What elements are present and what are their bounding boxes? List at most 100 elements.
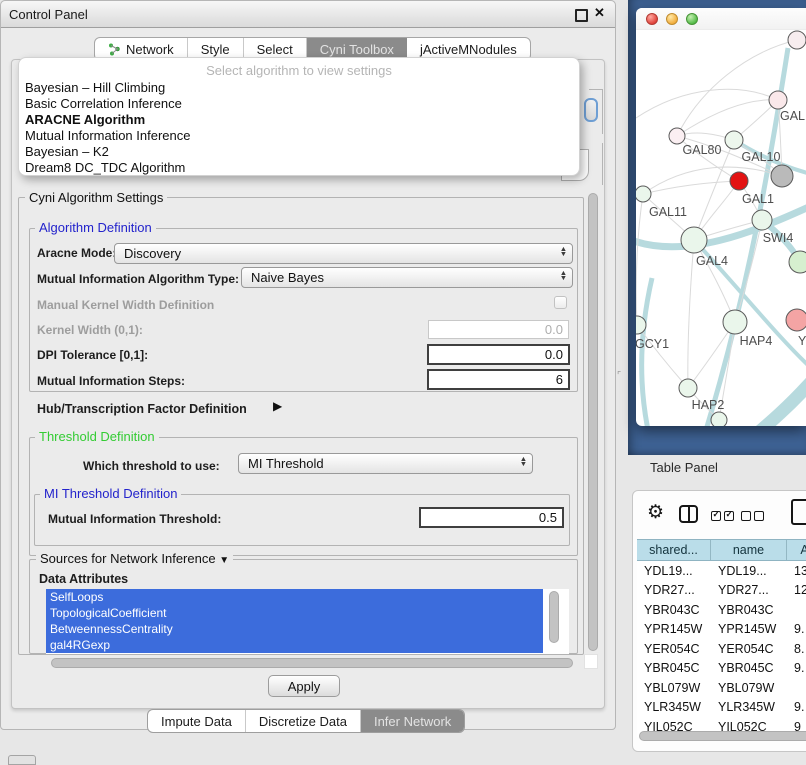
- zoom-traffic-light-icon[interactable]: [686, 13, 698, 25]
- tab-style-label: Style: [201, 42, 230, 57]
- threshold-definition-title: Threshold Definition: [35, 430, 159, 443]
- network-edge[interactable]: [636, 194, 643, 325]
- control-panel-titlebar[interactable]: Control Panel ✕: [1, 1, 615, 28]
- column-header-name[interactable]: name: [711, 540, 787, 560]
- network-node-gal11[interactable]: [636, 186, 651, 202]
- panel-divider-handle[interactable]: ⌜: [617, 370, 621, 381]
- algorithm-popup-list: Bayesian – Hill ClimbingBasic Correlatio…: [25, 80, 573, 176]
- table-row[interactable]: YDL19...YDL19...13: [637, 561, 806, 581]
- settings-vertical-scrollbar[interactable]: [588, 193, 598, 651]
- network-node-y[interactable]: [786, 309, 806, 331]
- network-edge[interactable]: [642, 278, 652, 426]
- algorithm-option-mutual-information-inference[interactable]: Mutual Information Inference: [25, 128, 573, 144]
- table-cell: YBL079W: [711, 678, 787, 698]
- bottom-tab-discretize-data[interactable]: Discretize Data: [246, 710, 361, 732]
- network-node-gal4[interactable]: [681, 227, 707, 253]
- attributes-scrollbar[interactable]: [549, 591, 559, 643]
- mi-threshold-field[interactable]: 0.5: [419, 507, 564, 528]
- table-cell: YDL19...: [637, 561, 711, 581]
- attribute-item-topologicalcoefficient[interactable]: TopologicalCoefficient: [46, 605, 543, 621]
- table-cell: 12: [787, 581, 806, 601]
- attribute-item-betweennesscentrality[interactable]: BetweennessCentrality: [46, 621, 543, 637]
- mi-threshold-label: Mutual Information Threshold:: [48, 512, 221, 526]
- split-columns-icon[interactable]: [679, 505, 698, 523]
- table-row[interactable]: YER054CYER054C8.: [637, 639, 806, 659]
- algorithm-option-bayesian-hill-climbing[interactable]: Bayesian – Hill Climbing: [25, 80, 573, 96]
- column-header-a[interactable]: A: [787, 540, 806, 560]
- table-row[interactable]: YDR27...YDR27...12: [637, 581, 806, 601]
- network-edge[interactable]: [637, 325, 688, 388]
- page-icon[interactable]: [791, 499, 806, 525]
- scroll-corner: [584, 654, 598, 669]
- network-canvas[interactable]: GALGAL80GAL10GAL1GAL11SWI4GAL4GCY1HAP4YH…: [636, 30, 806, 426]
- bottom-tab-impute-data-label: Impute Data: [161, 714, 232, 729]
- network-window-titlebar[interactable]: [636, 8, 806, 30]
- bottom-tab-discretize-data-label: Discretize Data: [259, 714, 347, 729]
- data-attributes-list[interactable]: SelfLoopsTopologicalCoefficientBetweenne…: [46, 589, 569, 654]
- network-node[interactable]: [788, 31, 806, 49]
- algorithm-option-bayesian-k2[interactable]: Bayesian – K2: [25, 144, 573, 160]
- mi-steps-field[interactable]: 6: [427, 369, 570, 390]
- attribute-item-selfloops[interactable]: SelfLoops: [46, 589, 543, 605]
- node-label-gal10: GAL10: [742, 150, 781, 164]
- network-node-hap2[interactable]: [679, 379, 697, 397]
- network-node-gal[interactable]: [769, 91, 787, 109]
- bottom-tab-impute-data[interactable]: Impute Data: [148, 710, 246, 732]
- algorithm-option-aracne-algorithm[interactable]: ARACNE Algorithm: [25, 112, 573, 128]
- network-icon: [108, 43, 121, 56]
- mi-type-select[interactable]: Naive Bayes ▲▼: [241, 267, 573, 288]
- expander-right-arrow-icon[interactable]: ▶: [273, 399, 282, 413]
- apply-button[interactable]: Apply: [268, 675, 340, 697]
- node-label-gcy1: GCY1: [636, 337, 669, 351]
- network-edge[interactable]: [738, 382, 806, 426]
- table-cell: 9.: [787, 659, 806, 679]
- table-row[interactable]: YBL079WYBL079W: [637, 678, 806, 698]
- hub-definition-expander[interactable]: Hub/Transcription Factor Definition: [37, 402, 247, 416]
- network-node[interactable]: [789, 251, 806, 273]
- network-node[interactable]: [711, 412, 727, 426]
- close-traffic-light-icon[interactable]: [646, 13, 658, 25]
- bottom-tab-infer-network-label: Infer Network: [374, 714, 451, 729]
- table-horizontal-scrollbar[interactable]: [639, 731, 806, 741]
- tab-cyni-toolbox-label: Cyni Toolbox: [320, 42, 394, 57]
- attribute-item-gal4rgexp[interactable]: gal4RGexp: [46, 637, 543, 653]
- clipped-bottom-button[interactable]: [8, 755, 36, 765]
- manual-kernel-checkbox[interactable]: [554, 296, 567, 309]
- algorithm-option-dream8-dc-tdc-algorithm[interactable]: Dream8 DC_TDC Algorithm: [25, 160, 573, 176]
- close-icon[interactable]: ✕: [594, 5, 605, 21]
- float-window-icon[interactable]: [575, 9, 588, 22]
- node-label-gal: GAL: [780, 109, 805, 123]
- table-cell: YPR145W: [711, 620, 787, 640]
- network-node-gal10[interactable]: [725, 131, 743, 149]
- aracne-mode-select[interactable]: Discovery ▲▼: [114, 243, 573, 264]
- network-edge[interactable]: [677, 100, 778, 136]
- unchecked-boxes-icon[interactable]: [741, 511, 764, 521]
- cyni-algorithm-settings-title: Cyni Algorithm Settings: [25, 191, 167, 204]
- kernel-width-field[interactable]: 0.0: [428, 320, 569, 339]
- minimize-traffic-light-icon[interactable]: [666, 13, 678, 25]
- algorithm-option-basic-correlation-inference[interactable]: Basic Correlation Inference: [25, 96, 573, 112]
- column-header-shared[interactable]: shared...: [637, 540, 711, 560]
- network-edge[interactable]: [688, 240, 694, 388]
- bottom-tab-infer-network[interactable]: Infer Network: [361, 710, 464, 732]
- table-row[interactable]: YPR145WYPR145W9.: [637, 620, 806, 640]
- table-cell: YLR345W: [711, 698, 787, 718]
- network-node-gal80[interactable]: [669, 128, 685, 144]
- network-edge[interactable]: [643, 181, 739, 194]
- network-node[interactable]: [771, 165, 793, 187]
- which-threshold-label: Which threshold to use:: [83, 459, 220, 473]
- table-row[interactable]: YBR045CYBR045C9.: [637, 659, 806, 679]
- dpi-tolerance-field[interactable]: 0.0: [427, 344, 570, 365]
- settings-horizontal-scrollbar[interactable]: [51, 658, 573, 668]
- which-threshold-select[interactable]: MI Threshold ▲▼: [238, 453, 533, 474]
- sources-title[interactable]: Sources for Network Inference ▼: [36, 552, 233, 567]
- network-node-hap4[interactable]: [723, 310, 747, 334]
- checked-boxes-icon[interactable]: [711, 511, 734, 521]
- sources-title-text: Sources for Network Inference: [40, 551, 216, 566]
- network-node-swi4[interactable]: [752, 210, 772, 230]
- table-row[interactable]: YLR345WYLR345W9.: [637, 698, 806, 718]
- network-node-gal1[interactable]: [730, 172, 748, 190]
- table-row[interactable]: YBR043CYBR043C: [637, 600, 806, 620]
- mi-steps-label: Mutual Information Steps:: [37, 374, 185, 388]
- gear-icon[interactable]: ⚙: [647, 501, 664, 524]
